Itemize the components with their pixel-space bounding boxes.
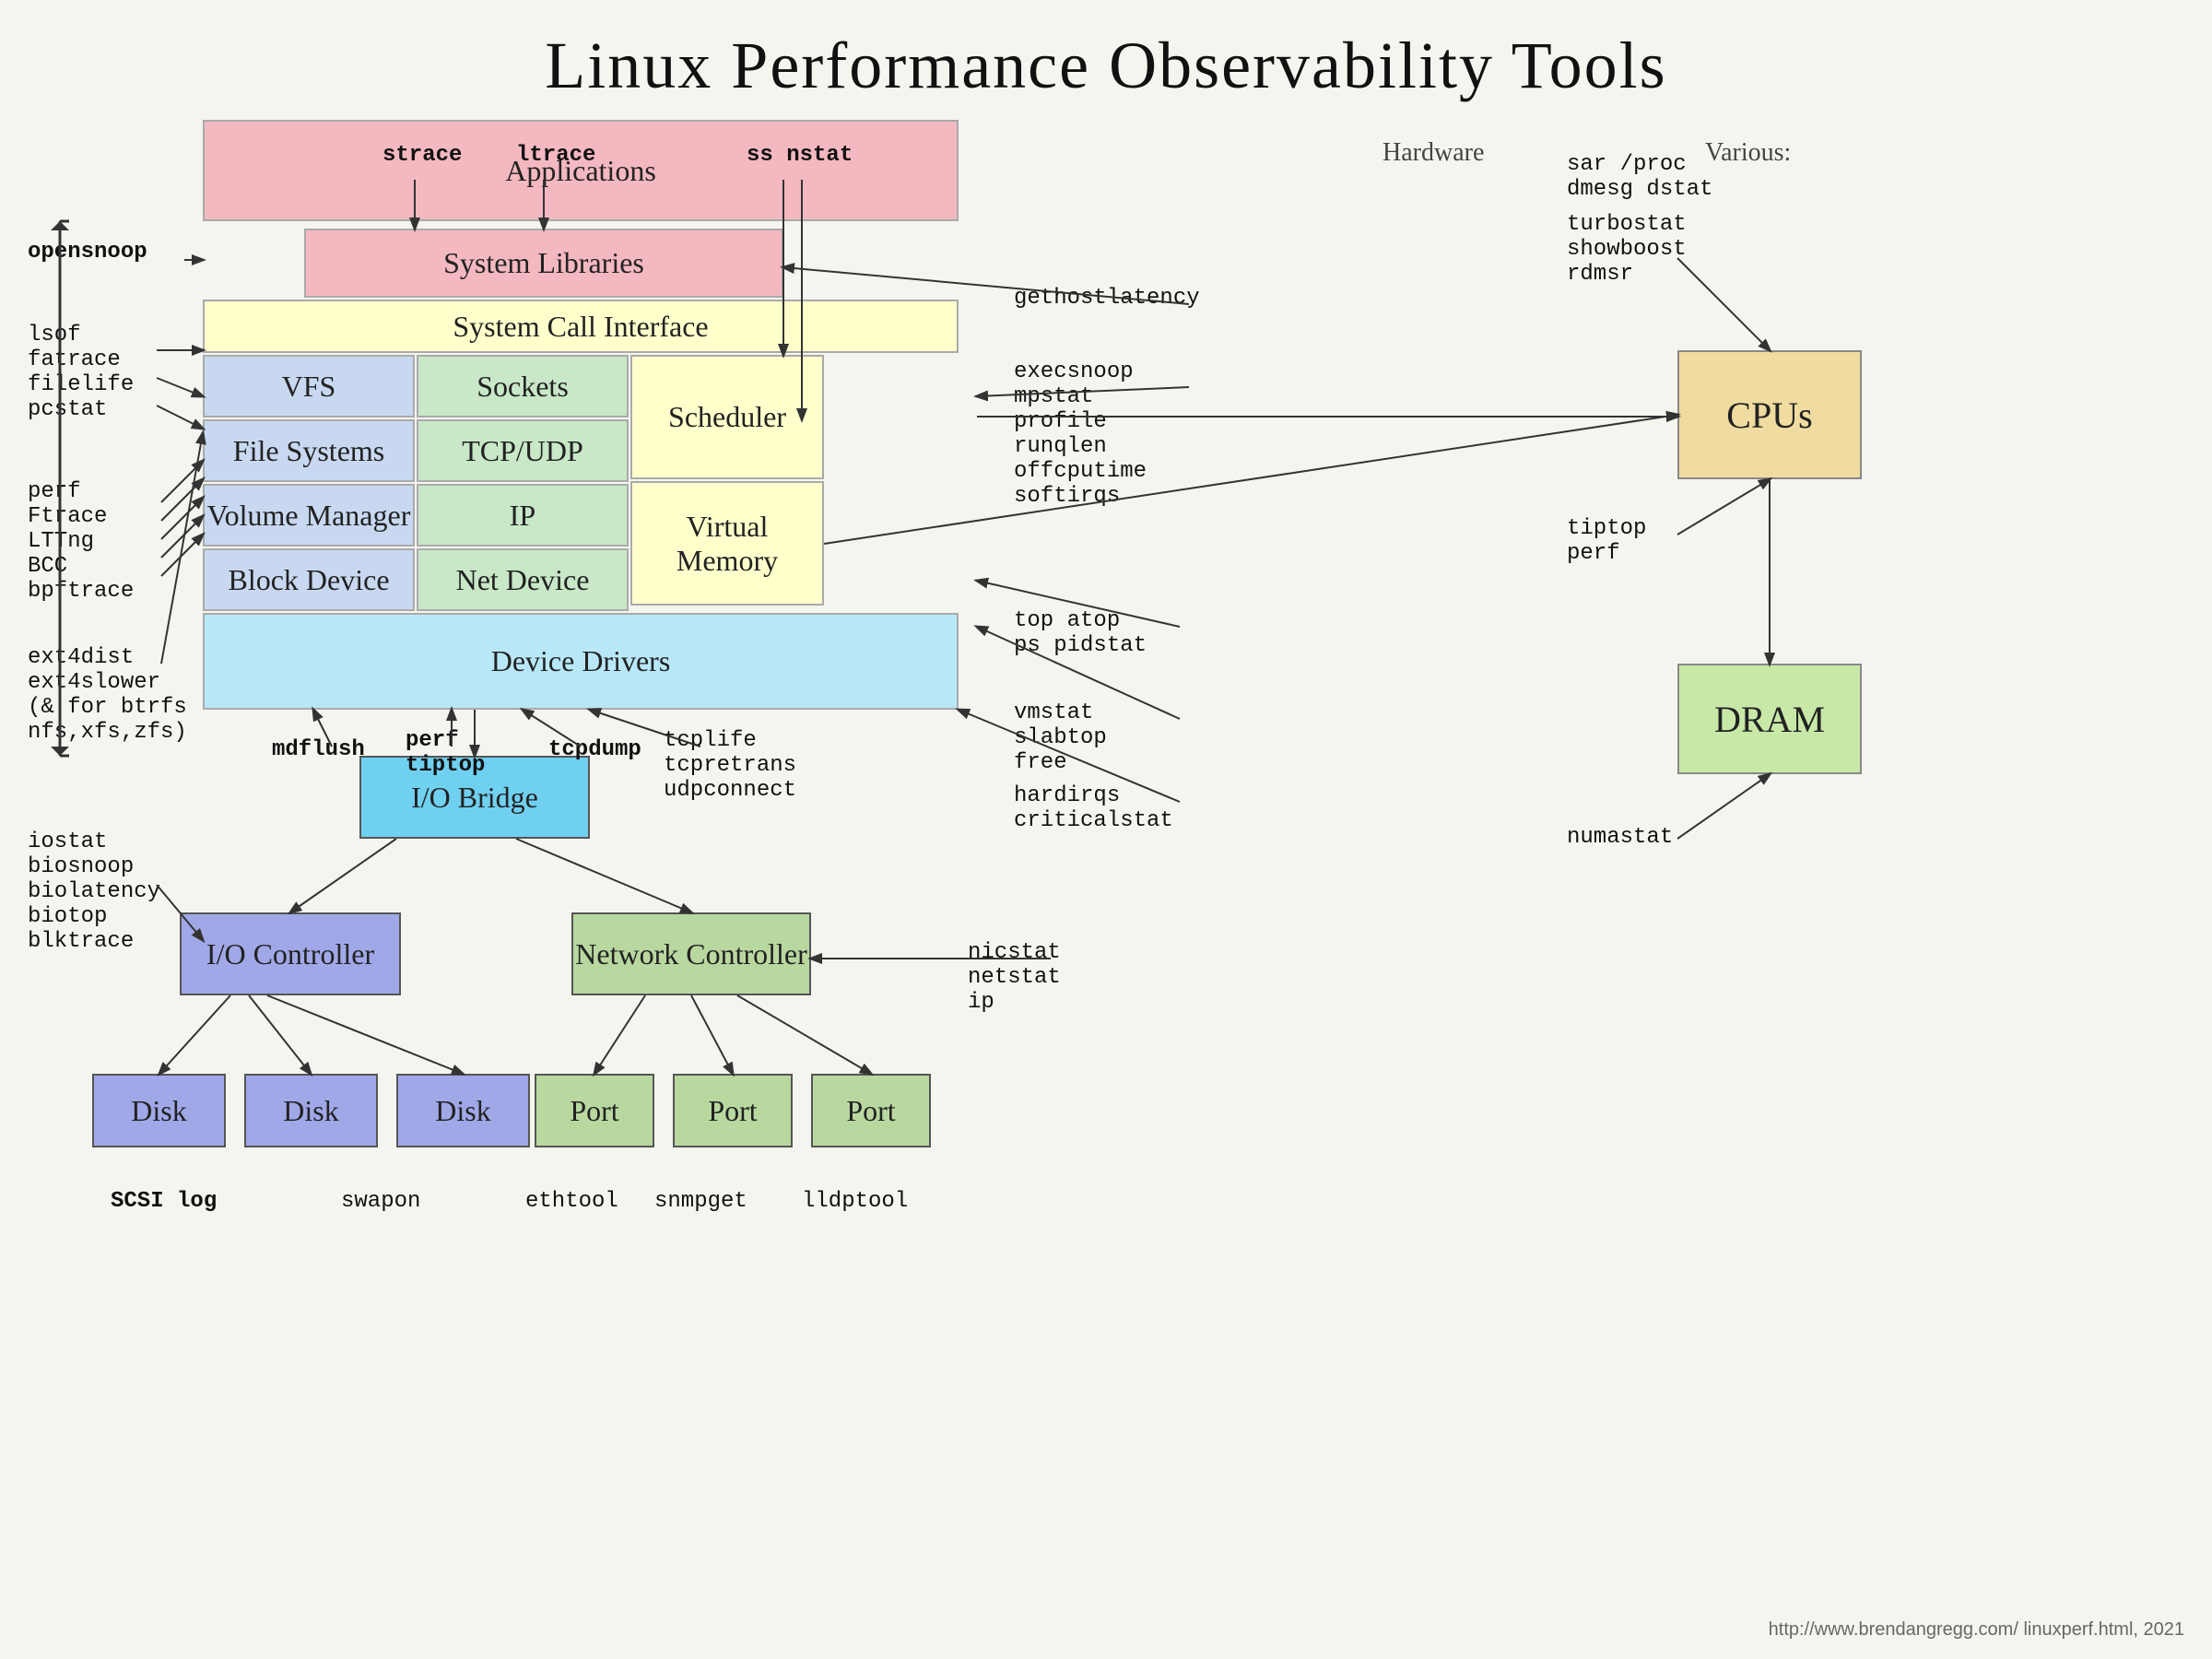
layer-vfs: VFS: [203, 355, 415, 418]
tool-gethostlatency: gethostlatency: [1014, 286, 1200, 311]
tool-mdflush: mdflush: [272, 737, 365, 762]
tool-vmstat: vmstatslabtopfree: [1014, 700, 1107, 775]
tool-top-atop: top atopps pidstat: [1014, 608, 1147, 658]
layer-virtmem: VirtualMemory: [630, 481, 824, 606]
tool-ethtool: ethtool: [525, 1189, 618, 1214]
layer-iocontroller: I/O Controller: [180, 912, 401, 995]
layer-filesystems: File Systems: [203, 419, 415, 482]
tool-iostat: iostatbiosnoopbiolatencybiotopblktrace: [28, 830, 160, 954]
tool-ltrace: ltrace: [516, 143, 595, 168]
layer-blockdev: Block Device: [203, 548, 415, 611]
tool-hardirqs: hardirqscriticalstat: [1014, 783, 1173, 833]
disk-3: Disk: [396, 1074, 530, 1147]
tool-execsnoop: execsnoopmpstatprofilerunqlenoffcputimes…: [1014, 359, 1147, 509]
layer-devdrivers: Device Drivers: [203, 613, 959, 710]
tool-snmpget: snmpget: [654, 1189, 747, 1214]
tool-perf-tiptop: perftiptop: [406, 728, 485, 778]
layer-scheduler: Scheduler: [630, 355, 824, 479]
tool-sar-proc: sar /procdmesg dstat: [1567, 152, 1712, 202]
tool-swapon: swapon: [341, 1189, 420, 1214]
disk-1: Disk: [92, 1074, 226, 1147]
copyright-text: http://www.brendangregg.com/ linuxperf.h…: [1769, 1619, 2184, 1641]
tool-opensnoop: opensnoop: [28, 240, 147, 265]
port-2: Port: [673, 1074, 793, 1147]
port-3: Port: [811, 1074, 931, 1147]
port-1: Port: [535, 1074, 654, 1147]
layer-system-libraries: System Libraries: [304, 229, 783, 298]
tool-tcpdump: tcpdump: [548, 737, 641, 762]
layer-tcpudp: TCP/UDP: [417, 419, 629, 482]
tool-numastat: numastat: [1567, 825, 1673, 850]
tool-lsof: lsoffatracefilelifepcstat: [28, 323, 134, 422]
page-title: Linux Performance Observability Tools: [0, 0, 2212, 113]
layer-syscall: System Call Interface: [203, 300, 959, 353]
hw-section-label: Hardware: [1382, 138, 1484, 168]
layer-ip: IP: [417, 484, 629, 547]
tool-scsi-log: SCSI log: [111, 1189, 217, 1214]
tool-turbostat: turbostatshowboostrdmsr: [1567, 212, 1687, 287]
tool-tcplife: tcplifetcpretransudpconnect: [664, 728, 796, 803]
tool-ss-nstat: ss nstat: [747, 143, 853, 168]
layer-applications: Applications: [203, 120, 959, 221]
layer-netcontroller: Network Controller: [571, 912, 811, 995]
tool-tiptop-perf: tiptopperf: [1567, 516, 1646, 566]
disk-2: Disk: [244, 1074, 378, 1147]
hw-cpus: CPUs: [1677, 350, 1862, 479]
tool-perf-ftrace: perfFtraceLTTngBCCbpftrace: [28, 479, 134, 604]
various-section-label: Various:: [1705, 138, 1791, 168]
layer-netdev: Net Device: [417, 548, 629, 611]
hw-dram: DRAM: [1677, 664, 1862, 774]
tool-ext4dist: ext4distext4slower(& for btrfsnfs,xfs,zf…: [28, 645, 187, 745]
layer-volmgr: Volume Manager: [203, 484, 415, 547]
tool-nicstat: nicstatnetstatip: [968, 940, 1061, 1015]
tool-lldptool: lldptool: [802, 1189, 908, 1214]
layer-sockets: Sockets: [417, 355, 629, 418]
tool-strace: strace: [382, 143, 462, 168]
